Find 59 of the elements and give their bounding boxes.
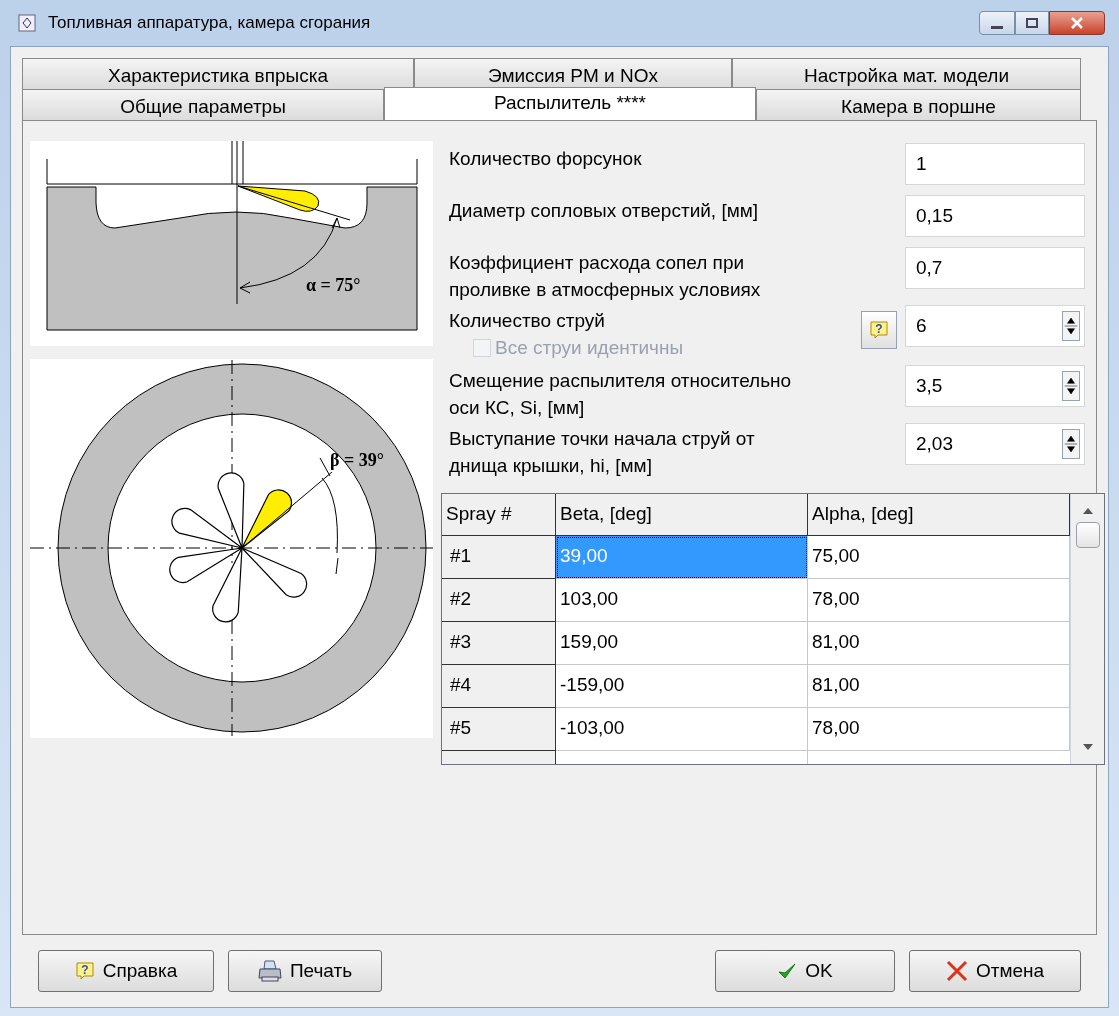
minimize-button[interactable] xyxy=(979,11,1015,35)
scroll-down-icon[interactable] xyxy=(1082,743,1093,752)
table-cell[interactable]: -103,00 xyxy=(556,707,808,751)
tab[interactable]: Эмиссия PM и NOx xyxy=(414,58,732,89)
table-cell[interactable]: -159,00 xyxy=(556,664,808,708)
table-cell[interactable]: 81,00 xyxy=(808,664,1070,708)
number-field[interactable]: 0,15 xyxy=(905,195,1085,237)
number-field[interactable]: 2,03 xyxy=(905,422,1085,465)
cancel-button[interactable]: Отмена xyxy=(909,950,1081,992)
tab[interactable]: Распылитель **** xyxy=(384,87,756,120)
app-icon xyxy=(18,14,36,32)
tab[interactable]: Камера в поршне xyxy=(756,89,1081,120)
table-cell[interactable]: 103,00 xyxy=(556,578,808,622)
checkbox-label: Все струи идентичны xyxy=(495,336,684,360)
spin-arrows-icon[interactable] xyxy=(1062,428,1080,459)
checkmark-icon xyxy=(777,961,798,981)
field-label: Диаметр сопловых отверстий, [мм] xyxy=(449,199,760,223)
spin-arrows-icon[interactable] xyxy=(1062,370,1080,401)
field-label: Количество струй xyxy=(449,309,606,333)
table-cell[interactable]: 78,00 xyxy=(808,578,1070,622)
column-header[interactable]: Alpha, [deg] xyxy=(808,493,1070,536)
tab[interactable]: Характеристика впрыска xyxy=(22,58,414,89)
row-header[interactable]: #3 xyxy=(442,621,556,665)
close-icon xyxy=(1071,17,1083,29)
spin-arrows-icon[interactable] xyxy=(1062,311,1080,341)
beta-angle-label: β = 39° xyxy=(330,450,384,470)
scroll-thumb[interactable] xyxy=(1075,521,1100,548)
row-header[interactable]: #1 xyxy=(442,535,556,579)
maximize-button[interactable] xyxy=(1015,11,1049,35)
ok-button[interactable]: OK xyxy=(715,950,895,992)
field-label: Выступание точки начала струй от днища крышки, hi, [мм] xyxy=(449,426,756,478)
field-label: Коэффициент расхода сопел при проливке в атмосферных условиях xyxy=(449,251,762,302)
column-header[interactable]: Spray # xyxy=(442,493,556,536)
close-button[interactable] xyxy=(1049,11,1105,35)
table-cell[interactable]: 81,00 xyxy=(808,621,1070,665)
table-cell[interactable]: 159,00 xyxy=(556,621,808,665)
tab[interactable]: Настройка мат. модели xyxy=(732,58,1081,89)
alpha-angle-label: α = 75° xyxy=(306,275,361,295)
print-button[interactable]: Печать xyxy=(228,950,382,992)
number-field[interactable]: 3,5 xyxy=(905,364,1085,407)
close-icon xyxy=(945,960,968,982)
window-title: Топливная аппаратура, камера сгорания xyxy=(48,12,372,35)
tab[interactable]: Общие параметры xyxy=(22,89,384,120)
column-header[interactable]: Beta, [deg] xyxy=(556,493,808,536)
help-button[interactable]: ? Справка xyxy=(38,950,214,992)
row-header[interactable]: #2 xyxy=(442,578,556,622)
help-icon: ? xyxy=(74,961,95,981)
help-button[interactable]: ? xyxy=(861,311,897,349)
number-field[interactable]: 6 xyxy=(905,305,1085,347)
help-icon: ? xyxy=(869,320,889,340)
table-cell[interactable]: 75,00 xyxy=(808,535,1070,579)
row-header[interactable]: #5 xyxy=(442,707,556,751)
field-label: Смещение распылителя относительно оси КС, Si, [мм] xyxy=(449,368,793,420)
number-field[interactable]: 0,7 xyxy=(905,247,1085,289)
printer-icon xyxy=(257,960,282,982)
field-label: Количество форсунок xyxy=(449,147,643,171)
row-header[interactable]: #4 xyxy=(442,664,556,708)
number-field[interactable]: 1 xyxy=(905,143,1085,185)
table-cell[interactable]: 78,00 xyxy=(808,707,1070,751)
